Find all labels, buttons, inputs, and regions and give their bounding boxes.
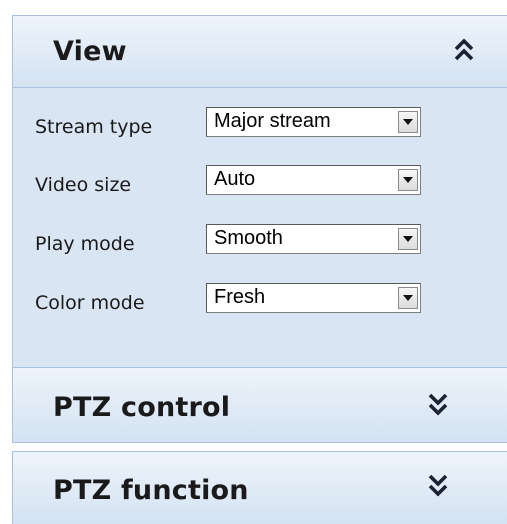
view-panel-header[interactable]: View xyxy=(12,15,507,88)
stream-type-row: Stream type Major stream xyxy=(13,107,507,138)
color-mode-label: Color mode xyxy=(35,292,145,314)
dropdown-arrow-icon[interactable] xyxy=(398,111,418,133)
double-chevron-up-icon[interactable] xyxy=(454,38,474,62)
double-chevron-down-icon[interactable] xyxy=(428,392,448,416)
video-size-label: Video size xyxy=(35,174,132,196)
ptz-control-panel-title: PTZ control xyxy=(53,392,231,423)
play-mode-label: Play mode xyxy=(35,233,135,255)
play-mode-row: Play mode Smooth xyxy=(13,224,507,255)
color-mode-select[interactable]: Fresh xyxy=(206,283,421,313)
double-chevron-down-icon[interactable] xyxy=(428,473,448,497)
play-mode-value: Smooth xyxy=(214,227,283,249)
stream-type-value: Major stream xyxy=(214,110,331,132)
view-panel-body: Stream type Major stream Video size Auto… xyxy=(12,88,507,367)
video-size-value: Auto xyxy=(214,168,256,190)
dropdown-arrow-icon[interactable] xyxy=(398,287,418,309)
sidebar-panel: View Stream type Major stream Video size… xyxy=(0,0,507,524)
stream-type-label: Stream type xyxy=(35,116,153,138)
ptz-function-panel-title: PTZ function xyxy=(53,475,249,506)
ptz-control-panel-header[interactable]: PTZ control xyxy=(12,367,507,443)
video-size-row: Video size Auto xyxy=(13,165,507,196)
view-panel-title: View xyxy=(53,36,127,67)
ptz-function-panel-header[interactable]: PTZ function xyxy=(12,451,507,524)
stream-type-select[interactable]: Major stream xyxy=(206,107,421,137)
dropdown-arrow-icon[interactable] xyxy=(398,169,418,191)
color-mode-row: Color mode Fresh xyxy=(13,283,507,314)
dropdown-arrow-icon[interactable] xyxy=(398,228,418,250)
play-mode-select[interactable]: Smooth xyxy=(206,224,421,254)
color-mode-value: Fresh xyxy=(214,286,266,308)
video-size-select[interactable]: Auto xyxy=(206,165,421,195)
